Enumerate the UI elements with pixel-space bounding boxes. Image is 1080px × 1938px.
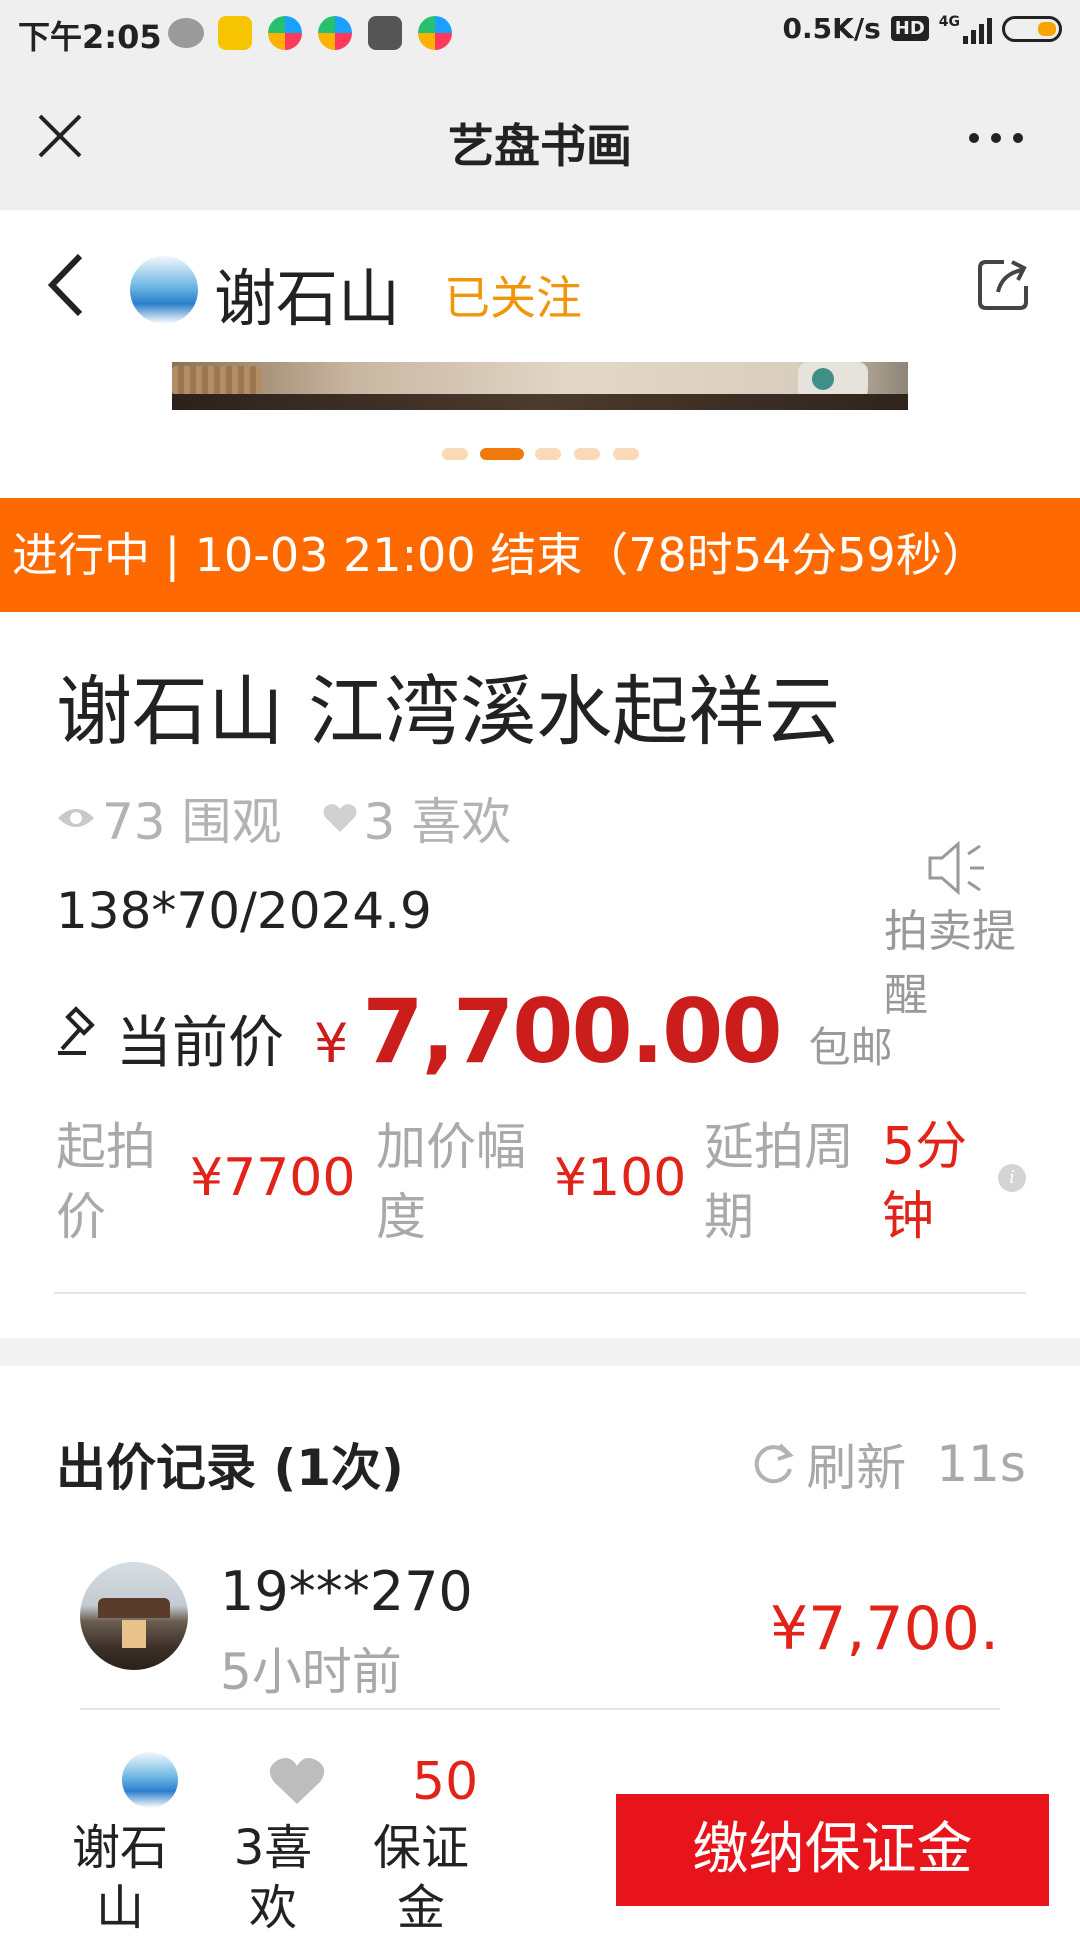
likes-label[interactable]: 3喜欢 [228, 1818, 318, 1938]
auction-status-bar: 进行中 | 10-03 21:00 结束（78时54分59秒） [0, 498, 1080, 612]
page-title: 艺盘书画 [448, 119, 632, 173]
hd-badge: HD [890, 16, 929, 41]
divider [54, 1292, 1026, 1294]
more-icon[interactable] [966, 128, 1026, 148]
like-icon[interactable] [268, 1756, 326, 1806]
bidder-avatar [80, 1562, 188, 1670]
increment-label: 加价幅度 [376, 1118, 526, 1246]
back-icon[interactable] [44, 252, 88, 318]
battery-icon [1002, 15, 1062, 42]
price-label: 当前价 [116, 1011, 284, 1076]
download-icon [368, 16, 402, 50]
carousel-dot-active[interactable] [480, 448, 524, 460]
bid-time: 5小时前 [220, 1643, 402, 1701]
auction-reminder[interactable]: 拍卖提醒 [884, 900, 1024, 1028]
eye-icon [58, 809, 94, 827]
carousel-dot[interactable] [613, 448, 639, 460]
lot-dimensions: 138*70/2024.9 [56, 882, 432, 940]
current-price: 7,700.00 [362, 980, 782, 1083]
heart-icon [322, 804, 357, 832]
deposit-amount: 50 [412, 1752, 479, 1812]
extend-period-value: 5分钟 [882, 1117, 968, 1247]
carousel-dot[interactable] [442, 448, 468, 460]
carousel-dot[interactable] [535, 448, 561, 460]
bid-amount: ¥7,700.00 [770, 1594, 1000, 1664]
follow-status[interactable]: 已关注 [444, 262, 582, 328]
divider [80, 1708, 1000, 1710]
start-price-label: 起拍价 [56, 1118, 156, 1246]
shipping-label: 包邮 [808, 1023, 893, 1072]
status-time: 下午2:05 [18, 18, 162, 56]
app-icon [318, 16, 352, 50]
extend-period-label: 延拍周期 [704, 1118, 854, 1246]
refresh-icon [755, 1443, 795, 1484]
deposit-label: 保证金 [372, 1820, 469, 1936]
lot-title: 谢石山 江湾溪水起祥云 [56, 667, 841, 756]
info-icon[interactable]: i [998, 1164, 1026, 1192]
gavel-icon [58, 1006, 95, 1055]
likes-count: 3 喜欢 [363, 793, 512, 851]
carousel-dot[interactable] [574, 448, 600, 460]
app-icon [418, 16, 452, 50]
refresh-button[interactable]: 刷新 11s [750, 1428, 1026, 1500]
artist-name[interactable]: 谢石山 [214, 248, 400, 338]
net-speed: 0.5K/s [782, 12, 881, 45]
refresh-timer: 11s [936, 1435, 1026, 1493]
wechat-icon [168, 18, 204, 48]
avatar[interactable] [130, 256, 198, 324]
banner-image[interactable] [172, 362, 908, 410]
bidder-name: 19***270 [220, 1560, 473, 1623]
bid-records-title: 出价记录 (1次) [56, 1439, 404, 1497]
section-gap [0, 1338, 1080, 1366]
signal-icon: 4G [939, 14, 992, 44]
wallet-icon [218, 16, 252, 50]
price-currency: ¥ [314, 1012, 349, 1075]
app-icon [268, 16, 302, 50]
pay-deposit-button[interactable]: 缴纳保证金 [616, 1794, 1049, 1906]
share-icon[interactable] [976, 256, 1032, 312]
lot-stats: 73 围观 3 喜欢 [56, 782, 511, 854]
status-right: 0.5K/s HD 4G [783, 12, 1062, 45]
start-price-value: ¥7700 [190, 1148, 356, 1208]
artist-avatar[interactable] [122, 1752, 178, 1808]
views-count: 73 围观 [102, 793, 282, 851]
bottom-artist-label[interactable]: 谢石山 [60, 1818, 180, 1938]
increment-value: ¥100 [554, 1148, 687, 1208]
speaker-icon[interactable] [926, 840, 986, 896]
signal-label: 4G [938, 13, 960, 30]
current-price-row: 当前价 ¥ 7,700.00 包邮 [56, 980, 893, 1083]
refresh-label: 刷新 [806, 1439, 907, 1497]
